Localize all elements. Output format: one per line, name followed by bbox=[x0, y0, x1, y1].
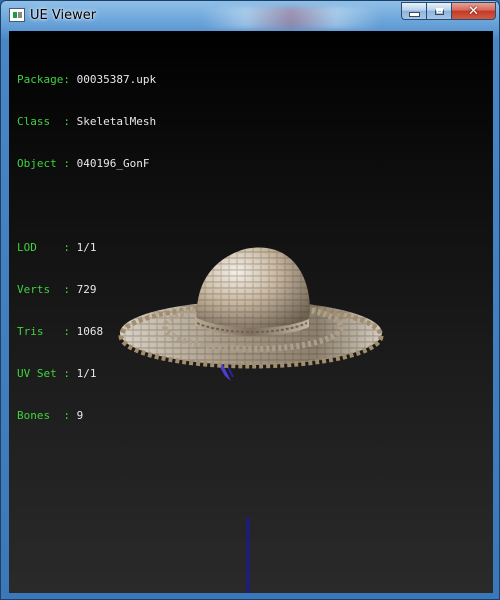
minimize-button[interactable] bbox=[401, 2, 427, 20]
hat-mesh-render bbox=[118, 247, 384, 381]
maximize-button[interactable] bbox=[427, 2, 452, 20]
caption-buttons: ✕ bbox=[401, 2, 496, 21]
window-title: UE Viewer bbox=[30, 8, 97, 23]
3d-viewport[interactable]: Package: 00035387.upk Class : SkeletalMe… bbox=[9, 31, 493, 593]
minimize-icon bbox=[408, 11, 420, 17]
app-window: UE Viewer ✕ Package: 00035387.upk Class … bbox=[0, 0, 500, 600]
close-icon: ✕ bbox=[468, 3, 479, 19]
maximize-icon bbox=[434, 7, 444, 15]
close-button[interactable]: ✕ bbox=[452, 2, 496, 20]
titlebar-backdrop bbox=[201, 7, 381, 29]
app-icon[interactable] bbox=[9, 8, 25, 22]
axis-line bbox=[247, 517, 249, 593]
title-bar[interactable]: UE Viewer ✕ bbox=[1, 1, 500, 31]
